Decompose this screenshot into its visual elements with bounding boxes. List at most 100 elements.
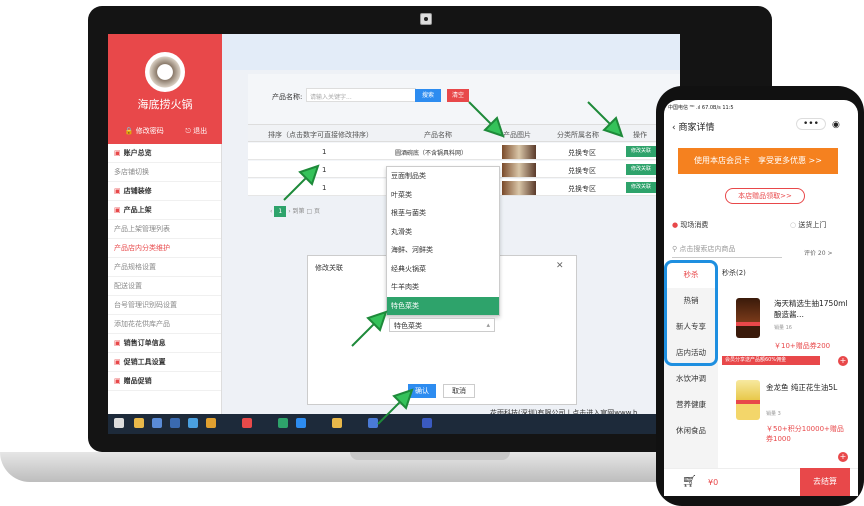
product-name[interactable]: 金龙鱼 纯正花生油5L xyxy=(766,382,846,393)
product-name[interactable]: 海天精选生抽1750ml 酿造酱… xyxy=(774,298,854,320)
app-icon[interactable] xyxy=(422,418,432,428)
dropdown-option[interactable]: 经典火锅菜 xyxy=(387,260,499,279)
store-search-input[interactable]: ⚲ 点击搜索店内商品 xyxy=(672,244,782,258)
category-tab[interactable]: 休闲食品 xyxy=(664,418,718,444)
dropdown-option[interactable]: 根茎与菌类 xyxy=(387,204,499,223)
product-price: ￥10+赠品券200 xyxy=(774,342,831,350)
sidebar-item[interactable]: 多店铺切换 xyxy=(108,163,221,182)
sidebar-menu: 账户总览多店铺切换店铺装修产品上架产品上架管理列表产品店内分类维护产品规格设置配… xyxy=(108,144,222,434)
laptop-notch xyxy=(350,452,510,460)
gift-claim-button[interactable]: 本店赠品领取>> xyxy=(725,188,805,204)
product-sold: 销量 16 xyxy=(774,325,792,331)
sidebar-links: 🔒 修改密码 ⎋ 退出 xyxy=(114,126,218,136)
category-tab[interactable]: 水饮冲调 xyxy=(664,366,718,392)
dine-in-radio[interactable]: ● 现场消费 xyxy=(672,220,708,230)
row-category: 兑换专区 xyxy=(568,149,596,157)
target-icon[interactable]: ◉ xyxy=(832,120,840,130)
add-to-cart-icon[interactable]: + xyxy=(838,452,848,462)
app-icon[interactable] xyxy=(206,418,216,428)
top-bar xyxy=(222,34,680,70)
pointer-arrow-icon xyxy=(351,310,388,347)
app-icon[interactable] xyxy=(170,418,180,428)
search-icon: ⚲ xyxy=(672,245,678,253)
app-icon[interactable] xyxy=(188,418,198,428)
category-dropdown[interactable]: 豆面制品类 叶菜类 根茎与菌类 丸滑类 海鲜、河鲜类 经典火锅菜 牛羊肉类 特色菜类 xyxy=(386,166,500,316)
product-sold: 销量 3 xyxy=(766,411,781,417)
store-logo xyxy=(145,52,185,92)
pointer-arrow-icon xyxy=(377,388,414,425)
folder-icon[interactable] xyxy=(134,418,144,428)
dropdown-option[interactable]: 豆面制品类 xyxy=(387,167,499,186)
category-select[interactable]: 特色菜类 ▴ xyxy=(389,318,495,332)
dropdown-option[interactable]: 特色菜类 xyxy=(387,296,499,315)
sidebar-item[interactable]: 赠品促销 xyxy=(108,372,221,391)
start-icon[interactable] xyxy=(114,418,124,428)
promo-tag: 会员分享送产品额60%佣金 xyxy=(722,356,820,365)
brand-name: 海底捞火锅 xyxy=(137,98,193,111)
close-icon[interactable]: ✕ xyxy=(556,261,564,271)
member-card-banner[interactable]: 使用本店会员卡 享受更多优惠 >> xyxy=(678,148,838,174)
sidebar-item[interactable]: 店铺装修 xyxy=(108,182,221,201)
col-sort: 排序（点击数字可直接修改排序） xyxy=(268,131,373,139)
pointer-arrow-icon xyxy=(283,164,320,201)
status-bar: 中国电信 ᴴᴰ .ıl 67.0B/s 11:5 xyxy=(668,105,734,111)
sidebar-item[interactable]: 产品店内分类维护 xyxy=(108,239,221,258)
cart-icon[interactable]: 🛒︎ xyxy=(682,474,697,488)
product-image[interactable] xyxy=(736,380,760,420)
sidebar-item[interactable]: 促销工具设置 xyxy=(108,353,221,372)
delivery-radio[interactable]: ○ 送货上门 xyxy=(790,220,826,230)
dialog-title: 修改关联 xyxy=(315,264,343,272)
col-action: 操作 xyxy=(633,131,647,139)
col-name: 产品名称 xyxy=(424,131,452,139)
dropdown-option[interactable]: 丸滑类 xyxy=(387,223,499,242)
rating-link[interactable]: 评价 20 > xyxy=(804,248,832,257)
highlight-frame xyxy=(664,260,718,366)
dropdown-option[interactable]: 海鲜、河鲜类 xyxy=(387,241,499,260)
pointer-arrow-icon xyxy=(468,101,505,138)
sidebar-item[interactable]: 产品上架管理列表 xyxy=(108,220,221,239)
cancel-button[interactable]: 取消 xyxy=(443,384,475,398)
row-sort[interactable]: 1 xyxy=(322,148,326,156)
sidebar-item[interactable]: 产品规格设置 xyxy=(108,258,221,277)
row-name: 圆酒碗底（不含锅具料网） xyxy=(395,150,468,157)
sidebar-item[interactable]: 产品上架 xyxy=(108,201,221,220)
product-thumb xyxy=(502,145,536,159)
sidebar-item[interactable]: 添加花花供库产品 xyxy=(108,315,221,334)
search-input[interactable]: 请输入关键字... xyxy=(306,88,416,102)
pagination: ‹ 1 › 到第 □ 页 xyxy=(270,206,321,217)
webcam-icon xyxy=(420,13,432,25)
sidebar-item[interactable]: 账户总览 xyxy=(108,144,221,163)
edit-link-button[interactable]: 修改关联 xyxy=(626,182,656,193)
page-title: 商家详情 xyxy=(678,123,715,133)
cart-total: ¥0 xyxy=(708,478,719,487)
page-current[interactable]: 1 xyxy=(274,206,287,217)
sidebar-item[interactable]: 台号管理识别码设置 xyxy=(108,296,221,315)
search-label: 产品名称: xyxy=(272,93,303,101)
edit-link-button[interactable]: 修改关联 xyxy=(626,164,656,175)
row-category: 兑换专区 xyxy=(568,185,596,193)
product-image[interactable] xyxy=(736,298,760,338)
row-category: 兑换专区 xyxy=(568,167,596,175)
pointer-arrow-icon xyxy=(587,101,624,138)
category-tab[interactable]: 营养健康 xyxy=(664,392,718,418)
checkout-button[interactable]: 去结算 xyxy=(800,468,850,496)
more-icon[interactable]: ••• xyxy=(796,118,826,130)
section-title: 秒杀(2) xyxy=(722,269,746,277)
sidebar-item[interactable]: 销售订单信息 xyxy=(108,334,221,353)
app-icon[interactable] xyxy=(242,418,252,428)
browser-icon[interactable] xyxy=(332,418,342,428)
change-password-link[interactable]: 🔒 修改密码 xyxy=(125,126,164,136)
phone-header: ‹ 商家详情 ••• ◉ xyxy=(672,118,852,133)
app-icon[interactable] xyxy=(152,418,162,428)
wechat-icon[interactable] xyxy=(278,418,288,428)
edit-link-button[interactable]: 修改关联 xyxy=(626,146,656,157)
sidebar-item[interactable]: 配送设置 xyxy=(108,277,221,296)
add-to-cart-icon[interactable]: + xyxy=(838,356,848,366)
dropdown-option[interactable]: 牛羊肉类 xyxy=(387,278,499,297)
dropdown-option[interactable]: 叶菜类 xyxy=(387,186,499,205)
search-button[interactable]: 搜索 xyxy=(415,89,441,102)
product-thumb xyxy=(502,181,536,195)
app-icon[interactable] xyxy=(296,418,306,428)
product-price: ￥50+积分10000+赠品券1000 xyxy=(766,425,844,443)
logout-link[interactable]: ⎋ 退出 xyxy=(185,126,207,136)
